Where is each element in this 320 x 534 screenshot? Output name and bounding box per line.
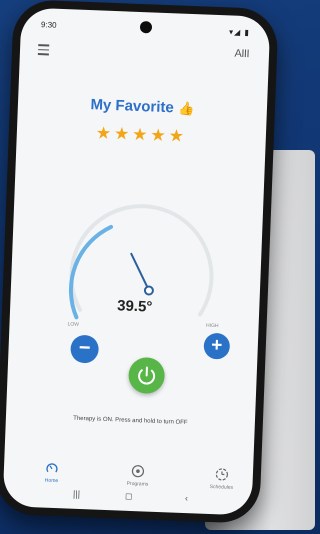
- dial-icon: [46, 463, 58, 473]
- tab-programs-label: Programs: [126, 480, 149, 488]
- status-icons: ▾◢ ▮: [228, 27, 251, 38]
- favorite-header: My Favorite 👍: [18, 93, 268, 121]
- status-bar: 9:30 ▾◢ ▮: [41, 20, 250, 42]
- rating-stars[interactable]: ★★★★★: [17, 120, 267, 150]
- dial-needle: [130, 252, 149, 290]
- high-label: HIGH: [205, 322, 219, 330]
- app-screen: 9:30 ▾◢ ▮ AIII My Favorite 👍 ★★★★★ 39.5°…: [2, 7, 271, 516]
- recents-icon[interactable]: |||: [73, 489, 80, 499]
- tab-schedules[interactable]: Schedules: [191, 466, 252, 491]
- programs-icon: [131, 465, 145, 478]
- home-icon[interactable]: ◻: [125, 491, 133, 502]
- increase-button[interactable]: +: [203, 332, 231, 360]
- low-label: LOW: [67, 321, 80, 328]
- status-time: 9:30: [40, 20, 57, 30]
- tab-home-label: Home: [44, 477, 59, 485]
- tab-home[interactable]: Home: [21, 460, 82, 485]
- thumbs-up-icon: 👍: [177, 100, 195, 117]
- tab-programs[interactable]: Programs: [107, 463, 168, 488]
- power-button[interactable]: [127, 356, 166, 395]
- tab-schedules-label: Schedules: [209, 483, 234, 491]
- favorite-title: My Favorite: [90, 96, 175, 117]
- back-icon[interactable]: ‹: [185, 493, 188, 503]
- decrease-button[interactable]: −: [70, 334, 100, 364]
- dial-knob: [143, 285, 154, 296]
- hamburger-menu-icon[interactable]: [37, 44, 50, 58]
- schedule-icon: [215, 468, 228, 481]
- profile-button[interactable]: AIII: [234, 48, 249, 61]
- status-message: Therapy is ON. Press and hold to turn OF…: [73, 415, 188, 427]
- phone: 9:30 ▾◢ ▮ AIII My Favorite 👍 ★★★★★ 39.5°…: [0, 0, 279, 524]
- power-icon: [138, 366, 156, 385]
